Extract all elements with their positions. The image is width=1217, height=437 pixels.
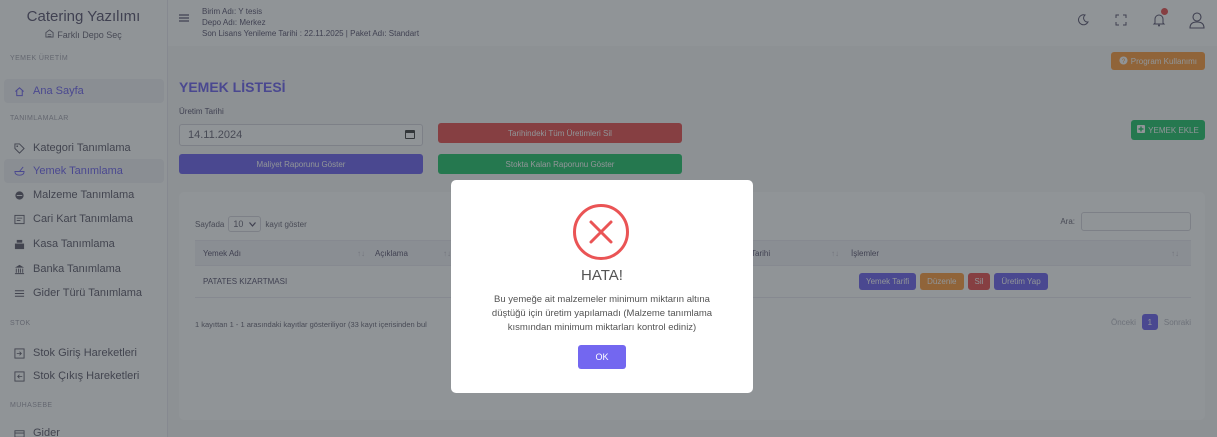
error-dialog: HATA! Bu yemeğe ait malzemeler minimum m…: [451, 180, 753, 393]
dialog-message: Bu yemeğe ait malzemeler minimum miktarı…: [491, 294, 713, 333]
ok-button[interactable]: OK: [578, 345, 626, 369]
error-icon: [572, 203, 630, 261]
dialog-title: HATA!: [581, 267, 623, 284]
